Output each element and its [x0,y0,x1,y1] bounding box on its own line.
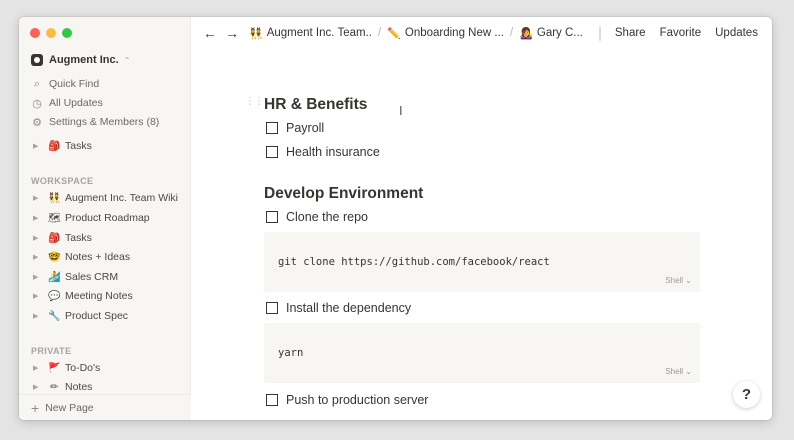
close-window-button[interactable] [30,28,40,38]
page-emoji-icon: 🔧 [48,310,61,322]
expand-triangle-icon[interactable]: ▶ [33,364,43,372]
page-emoji-icon: 🗺 [48,212,61,224]
todo-text[interactable]: Push to production server [286,393,428,407]
checkbox[interactable] [266,394,278,406]
todo-item[interactable]: Install the dependency [266,301,411,315]
workspace-section-label: WORKSPACE [31,176,94,186]
page-emoji-icon: 👯 [48,192,61,204]
nav-label: All Updates [49,97,103,109]
nav-label: Quick Find [49,78,100,90]
nav-settings-members[interactable]: ⚙ Settings & Members (8) [31,114,159,130]
help-button[interactable]: ? [733,381,760,408]
new-page-label: New Page [45,401,94,414]
clock-icon: ◷ [32,97,42,110]
sidebar-item-meeting-notes[interactable]: ▶ 💬 Meeting Notes [33,288,133,304]
code-block[interactable]: git clone https://github.com/facebook/re… [264,232,700,292]
code-block[interactable]: yarn Shell ⌄ [264,323,700,383]
page-label: Meeting Notes [65,290,133,302]
code-language-select[interactable]: Shell ⌄ [665,367,692,376]
expand-triangle-icon[interactable]: ▶ [33,292,43,300]
checkbox[interactable] [266,146,278,158]
todo-text[interactable]: Health insurance [286,145,380,159]
private-section-label: PRIVATE [31,346,72,356]
code-text[interactable]: git clone https://github.com/facebook/re… [278,256,550,268]
nav-quick-find[interactable]: ⌕ Quick Find [31,76,99,92]
new-page-button[interactable]: + New Page [19,394,191,420]
page-label: Product Spec [65,310,129,322]
workspace-logo-icon [31,54,43,66]
window-controls [30,28,72,38]
sidebar-item-team-wiki[interactable]: ▶ 👯 Augment Inc. Team Wiki [33,190,178,206]
sidebar-item-tasks-top[interactable]: ▶ 🎒 Tasks [33,138,92,154]
expand-triangle-icon[interactable]: ▶ [33,214,43,222]
todo-text[interactable]: Clone the repo [286,210,368,224]
minimize-window-button[interactable] [46,28,56,38]
search-icon: ⌕ [33,77,41,90]
expand-triangle-icon[interactable]: ▶ [33,142,43,150]
back-arrow-icon[interactable]: ← [203,25,217,41]
zoom-window-button[interactable] [62,28,72,38]
checkbox[interactable] [266,211,278,223]
sidebar-item-todos[interactable]: ▶ 🚩 To-Do's [33,360,100,376]
sidebar-item-tasks[interactable]: ▶ 🎒 Tasks [33,230,92,246]
page-emoji-icon: 🏄 [48,271,61,283]
sidebar-item-notes[interactable]: ▶ ✏ Notes [33,379,92,395]
workspace-name: Augment Inc. [49,54,119,66]
page-emoji-icon: ✏ [50,381,59,393]
plus-icon: + [31,399,40,416]
history-nav: ← → [203,25,239,41]
expand-triangle-icon[interactable]: ▶ [33,312,43,320]
page-emoji-icon: 🤓 [48,251,61,263]
todo-item[interactable]: Health insurance [266,145,380,159]
sidebar: Augment Inc. ⌃ ⌕ Quick Find ◷ All Update… [19,17,191,420]
nav-all-updates[interactable]: ◷ All Updates [31,95,103,111]
heading-hr-benefits[interactable]: HR & Benefits [264,96,367,114]
expand-triangle-icon[interactable]: ▶ [33,383,43,391]
page-label: Tasks [65,140,92,152]
breadcrumb-emoji-icon: 👯 [249,27,263,40]
expand-triangle-icon[interactable]: ▶ [33,253,43,261]
page-label: Augment Inc. Team Wiki [65,192,179,204]
page-emoji-icon: 🚩 [48,362,61,374]
todo-item[interactable]: Payroll [266,121,324,135]
workspace-switcher[interactable]: Augment Inc. ⌃ [31,54,130,66]
sidebar-item-sales-crm[interactable]: ▶ 🏄 Sales CRM [33,269,118,285]
page-emoji-icon: 💬 [48,290,61,302]
todo-text[interactable]: Install the dependency [286,301,411,315]
heading-develop-environment[interactable]: Develop Environment [264,185,423,203]
chevron-updown-icon: ⌃ [123,55,131,65]
checkbox[interactable] [266,302,278,314]
expand-triangle-icon[interactable]: ▶ [33,234,43,242]
page-label: Product Roadmap [65,212,150,224]
app-window: Augment Inc. ⌃ ⌕ Quick Find ◷ All Update… [19,17,772,420]
checkbox[interactable] [266,122,278,134]
todo-item[interactable]: Clone the repo [266,210,368,224]
page-label: Notes + Ideas [65,251,131,263]
todo-item[interactable]: Push to production server [266,393,428,407]
page-label: Notes [65,381,93,393]
page-label: To-Do's [65,362,101,374]
page-content: HR & Benefits Payroll Health insurance D… [264,17,704,420]
forward-arrow-icon[interactable]: → [225,25,239,41]
nav-label: Settings & Members (8) [49,116,160,128]
sidebar-item-product-spec[interactable]: ▶ 🔧 Product Spec [33,308,128,324]
code-language-select[interactable]: Shell ⌄ [665,276,692,285]
todo-text[interactable]: Payroll [286,121,324,135]
drag-handle-icon[interactable]: ⋮⋮ [245,97,264,107]
expand-triangle-icon[interactable]: ▶ [33,273,43,281]
code-text[interactable]: yarn [278,347,303,359]
updates-button[interactable]: Updates [715,27,758,39]
page-emoji-icon: 🎒 [48,232,61,244]
page-label: Sales CRM [65,271,119,283]
expand-triangle-icon[interactable]: ▶ [33,194,43,202]
sidebar-item-product-roadmap[interactable]: ▶ 🗺 Product Roadmap [33,210,150,226]
page-label: Tasks [65,232,92,244]
page-emoji-icon: 🎒 [48,140,61,152]
sidebar-item-notes-ideas[interactable]: ▶ 🤓 Notes + Ideas [33,249,130,265]
gear-icon: ⚙ [32,116,42,129]
